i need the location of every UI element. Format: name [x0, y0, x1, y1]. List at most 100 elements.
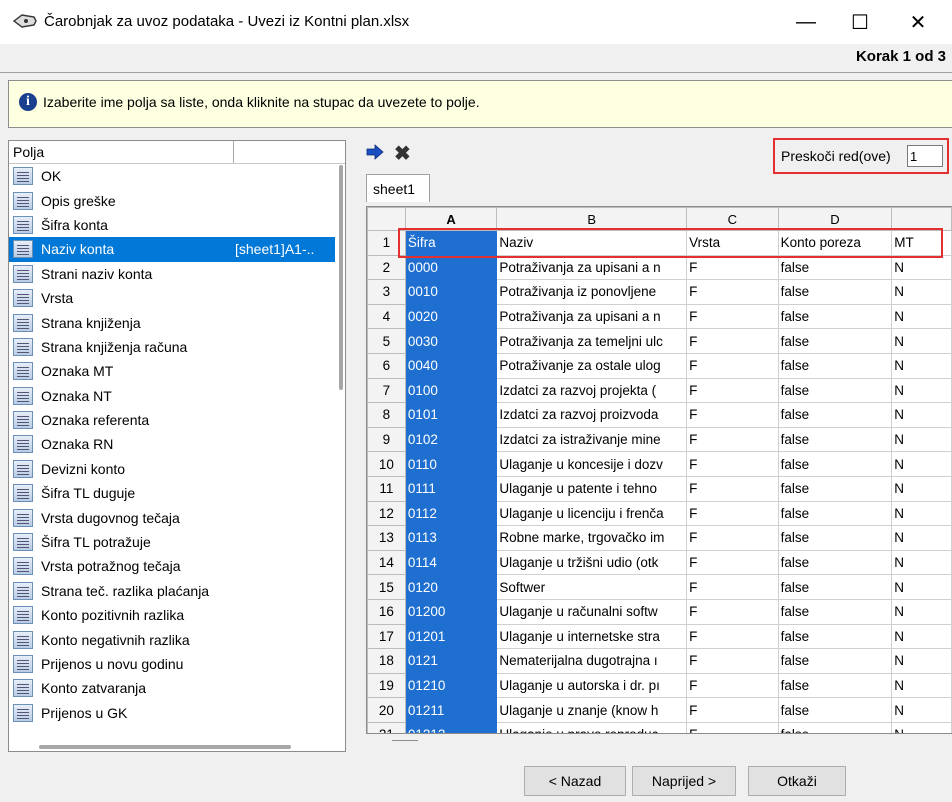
horizontal-scrollbar[interactable]	[39, 745, 291, 749]
table-cell[interactable]: false	[777, 451, 893, 477]
row-header[interactable]: 4	[367, 303, 406, 330]
table-cell[interactable]: false	[777, 525, 893, 551]
field-item[interactable]: Oznaka NT	[9, 384, 335, 408]
table-cell[interactable]: F	[686, 525, 779, 551]
row-header[interactable]: 6	[367, 352, 406, 379]
table-cell[interactable]: 0110	[404, 451, 498, 477]
field-item[interactable]: Opis greške	[9, 188, 335, 212]
field-item[interactable]: Vrsta	[9, 286, 335, 310]
table-cell[interactable]: 01212	[404, 721, 498, 733]
table-cell[interactable]: false	[777, 279, 893, 305]
field-item[interactable]: Oznaka MT	[9, 359, 335, 383]
table-cell[interactable]: F	[686, 549, 779, 576]
table-cell[interactable]: 0121	[404, 648, 498, 674]
table-cell[interactable]: N	[891, 254, 952, 281]
table-cell[interactable]: Softwer	[496, 574, 688, 600]
table-cell[interactable]: F	[686, 279, 779, 305]
column-divider[interactable]	[233, 141, 234, 163]
table-cell[interactable]: N	[891, 303, 952, 330]
table-cell[interactable]: F	[686, 672, 779, 699]
field-item[interactable]: Naziv konta [sheet1]A1-..	[9, 237, 335, 262]
row-header[interactable]: 19	[367, 672, 406, 699]
table-cell[interactable]: F	[686, 648, 779, 674]
skip-rows-input[interactable]	[907, 145, 943, 167]
table-cell[interactable]: Ulaganje u licenciju i frenča	[496, 500, 688, 527]
table-cell[interactable]: false	[777, 721, 893, 733]
table-cell[interactable]: N	[891, 352, 952, 379]
table-cell[interactable]: false	[777, 426, 893, 453]
row-header[interactable]: 21	[367, 721, 406, 733]
table-cell[interactable]: F	[686, 451, 779, 477]
table-cell[interactable]: 0111	[404, 475, 498, 502]
field-item[interactable]: Šifra TL duguje	[9, 481, 335, 505]
table-cell[interactable]: 0114	[404, 549, 498, 576]
table-cell[interactable]: Potraživanja za upisani a n	[496, 303, 688, 330]
field-item[interactable]: Strani naziv konta	[9, 262, 335, 286]
table-cell[interactable]: F	[686, 377, 779, 404]
row-header[interactable]: 17	[367, 623, 406, 650]
table-cell[interactable]: F	[686, 402, 779, 428]
table-cell[interactable]: N	[891, 697, 952, 723]
table-cell[interactable]: 01211	[404, 697, 498, 723]
maximize-button[interactable]: ☐	[840, 8, 880, 36]
table-cell[interactable]: Potraživanja iz ponovljene	[496, 279, 688, 305]
table-cell[interactable]: 0020	[404, 303, 498, 330]
table-cell[interactable]: N	[891, 721, 952, 733]
table-cell[interactable]: false	[777, 648, 893, 674]
table-cell[interactable]: false	[777, 598, 893, 625]
table-cell[interactable]: Ulaganje u autorska i dr. pı	[496, 672, 688, 699]
table-cell[interactable]: 0101	[404, 402, 498, 428]
table-cell[interactable]: Izdatci za razvoj projekta (	[496, 377, 688, 404]
table-cell[interactable]: Ulaganje u internetske stra	[496, 623, 688, 650]
table-cell[interactable]: false	[777, 402, 893, 428]
table-cell[interactable]: Ulaganje u koncesije i dozv	[496, 451, 688, 477]
table-cell[interactable]: N	[891, 672, 952, 699]
table-cell[interactable]: F	[686, 598, 779, 625]
table-cell[interactable]: N	[891, 574, 952, 600]
field-item[interactable]: Prijenos u novu godinu	[9, 652, 335, 676]
fields-list-header[interactable]: Polja	[9, 141, 345, 164]
table-cell[interactable]: N	[891, 500, 952, 527]
table-cell[interactable]: N	[891, 598, 952, 625]
table-cell[interactable]: false	[777, 475, 893, 502]
close-button[interactable]: ✕	[898, 8, 938, 36]
table-cell[interactable]: Ulaganje u tržišni udio (otk	[496, 549, 688, 576]
table-cell[interactable]: 01201	[404, 623, 498, 650]
table-cell[interactable]: Potraživanja za temeljni ulc	[496, 328, 688, 354]
table-cell[interactable]: N	[891, 525, 952, 551]
table-cell[interactable]: false	[777, 254, 893, 281]
field-item[interactable]: Konto negativnih razlika	[9, 627, 335, 651]
table-cell[interactable]: F	[686, 475, 779, 502]
row-header[interactable]: 7	[367, 377, 406, 404]
table-cell[interactable]: 0100	[404, 377, 498, 404]
table-cell[interactable]: N	[891, 549, 952, 576]
data-grid[interactable]: ABCD 1 Šifra Naziv Vrsta Konto poreza MT 2 0000…	[366, 206, 952, 734]
row-header[interactable]: 8	[367, 402, 406, 428]
table-cell[interactable]: false	[777, 574, 893, 600]
table-cell[interactable]: 0120	[404, 574, 498, 600]
table-cell[interactable]: false	[777, 377, 893, 404]
back-button[interactable]: < Nazad	[524, 766, 626, 796]
table-cell[interactable]: Potraživanje za ostale ulog	[496, 352, 688, 379]
row-header[interactable]: 9	[367, 426, 406, 453]
table-cell[interactable]: 01210	[404, 672, 498, 699]
table-cell[interactable]: false	[777, 500, 893, 527]
row-header[interactable]: 10	[367, 451, 406, 477]
table-cell[interactable]: Izdatci za istraživanje mine	[496, 426, 688, 453]
table-cell[interactable]: Nematerijalna dugotrajna ı	[496, 648, 688, 674]
table-cell[interactable]: F	[686, 303, 779, 330]
table-cell[interactable]: Robne marke, trgovačko im	[496, 525, 688, 551]
row-header[interactable]: 5	[367, 328, 406, 354]
row-header[interactable]: 2	[367, 254, 406, 281]
cancel-button[interactable]: Otkaži	[748, 766, 846, 796]
table-cell[interactable]: F	[686, 500, 779, 527]
row-header[interactable]: 12	[367, 500, 406, 527]
table-cell[interactable]: 0000	[404, 254, 498, 281]
table-cell[interactable]: Izdatci za razvoj proizvoda	[496, 402, 688, 428]
table-cell[interactable]: F	[686, 721, 779, 733]
table-cell[interactable]: false	[777, 623, 893, 650]
row-header[interactable]: 3	[367, 279, 406, 305]
row-header[interactable]: 13	[367, 525, 406, 551]
table-cell[interactable]: false	[777, 549, 893, 576]
table-cell[interactable]: N	[891, 377, 952, 404]
